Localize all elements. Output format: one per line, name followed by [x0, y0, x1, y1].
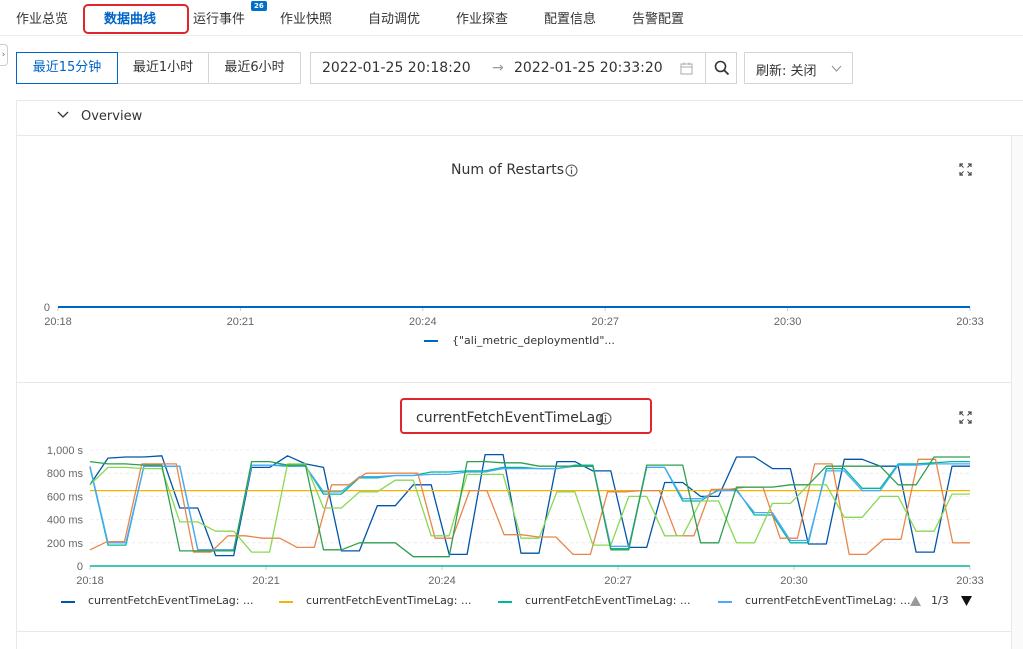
legend-item-restarts[interactable]: {"ali_metric_deploymentId"... [452, 334, 615, 347]
info-icon[interactable] [599, 412, 612, 425]
y-tick-label: 800 ms [47, 468, 84, 480]
x-tick-label: 20:27 [591, 316, 619, 328]
calendar-icon [680, 62, 693, 75]
fetch-lag-chart: 1,000 s 800 ms 600 ms 400 ms 200 ms 0 20:18 20:… [47, 445, 984, 587]
legend-swatch [424, 340, 438, 342]
x-tick-label: 20:33 [956, 316, 984, 328]
y-tick-label: 0 [77, 561, 83, 573]
search-button[interactable] [705, 52, 737, 84]
range-15min-button[interactable]: 最近15分钟 [16, 52, 118, 84]
range-1hour-button[interactable]: 最近1小时 [117, 52, 209, 84]
x-tick-label: 20:27 [604, 575, 632, 587]
tab-job-probe[interactable]: 作业探查 [456, 8, 508, 27]
time-range-group: 最近15分钟 最近1小时 最近6小时 [16, 52, 301, 84]
x-tick-label: 20:30 [774, 316, 802, 328]
chart-title-fetch-lag: currentFetchEventTimeLag [416, 410, 605, 426]
tab-auto-tuning[interactable]: 自动调优 [368, 8, 420, 27]
overview-section-header[interactable]: Overview [16, 100, 1023, 136]
y-tick-label: 0 [44, 302, 50, 314]
date-range-picker[interactable]: 2022-01-25 20:18:20 → 2022-01-25 20:33:2… [310, 52, 720, 84]
x-tick-label: 20:24 [409, 316, 437, 328]
x-tick-label: 20:18 [44, 316, 72, 328]
legend-swatch [279, 601, 293, 603]
sidebar-expand-handle[interactable]: › [0, 44, 8, 66]
chart-divider [16, 382, 1011, 383]
fullscreen-icon[interactable] [959, 163, 972, 176]
search-icon [714, 60, 730, 76]
fullscreen-icon[interactable] [959, 411, 972, 424]
legend-item-1[interactable]: currentFetchEventTimeLag: ... [88, 594, 253, 607]
y-tick-label: 600 ms [47, 491, 84, 503]
tab-run-events[interactable]: 运行事件 [193, 8, 245, 27]
chevron-down-icon [831, 65, 842, 72]
x-tick-label: 20:30 [780, 575, 808, 587]
refresh-select[interactable]: 刷新: 关闭 [744, 52, 853, 84]
legend-page-indicator: 1/3 [931, 594, 949, 607]
legend-swatch [61, 601, 75, 603]
y-tick-label: 1,000 s [47, 445, 84, 457]
legend-swatch [718, 601, 732, 603]
tab-alert-config[interactable]: 告警配置 [632, 8, 684, 27]
x-tick-label: 20:24 [428, 575, 456, 587]
panel-scrollbar[interactable] [1011, 136, 1023, 649]
top-tab-bar: 作业总览 数据曲线 运行事件 26 作业快照 自动调优 作业探查 配置信息 告警… [0, 0, 1023, 36]
tab-overview[interactable]: 作业总览 [16, 8, 68, 27]
range-arrow-icon: → [492, 60, 504, 76]
series-line [89, 463, 970, 553]
legend-item-2[interactable]: currentFetchEventTimeLag: ... [306, 594, 471, 607]
legend-prev-page-icon[interactable] [910, 596, 921, 606]
legend-item-4[interactable]: currentFetchEventTimeLag: ... [745, 594, 910, 607]
x-tick-label: 20:33 [956, 575, 984, 587]
info-icon[interactable] [565, 164, 578, 177]
run-events-count-badge: 26 [251, 1, 267, 11]
chart-title-restarts: Num of Restarts [451, 162, 564, 178]
tab-data-curves[interactable]: 数据曲线 [104, 8, 156, 27]
legend-swatch [498, 601, 512, 603]
x-tick-label: 20:21 [227, 316, 255, 328]
legend-next-page-icon[interactable] [961, 596, 972, 606]
tab-job-snapshot[interactable]: 作业快照 [280, 8, 332, 27]
refresh-select-value: 刷新: 关闭 [756, 64, 817, 79]
chart-divider [16, 631, 1011, 632]
x-tick-label: 20:21 [252, 575, 280, 587]
tab-config-info[interactable]: 配置信息 [544, 8, 596, 27]
range-6hour-button[interactable]: 最近6小时 [208, 52, 301, 84]
legend-item-3[interactable]: currentFetchEventTimeLag: ... [525, 594, 690, 607]
x-tick-label: 20:18 [76, 575, 104, 587]
y-tick-label: 400 ms [47, 515, 84, 527]
y-tick-label: 200 ms [47, 538, 84, 550]
chevron-down-icon [57, 111, 69, 118]
overview-title: Overview [81, 109, 143, 124]
start-date-input[interactable]: 2022-01-25 20:18:20 [322, 60, 471, 76]
end-date-input[interactable]: 2022-01-25 20:33:20 [514, 60, 663, 76]
restarts-chart: 0 20:18 20:21 20:24 20:27 20:30 20:33 [44, 302, 984, 328]
